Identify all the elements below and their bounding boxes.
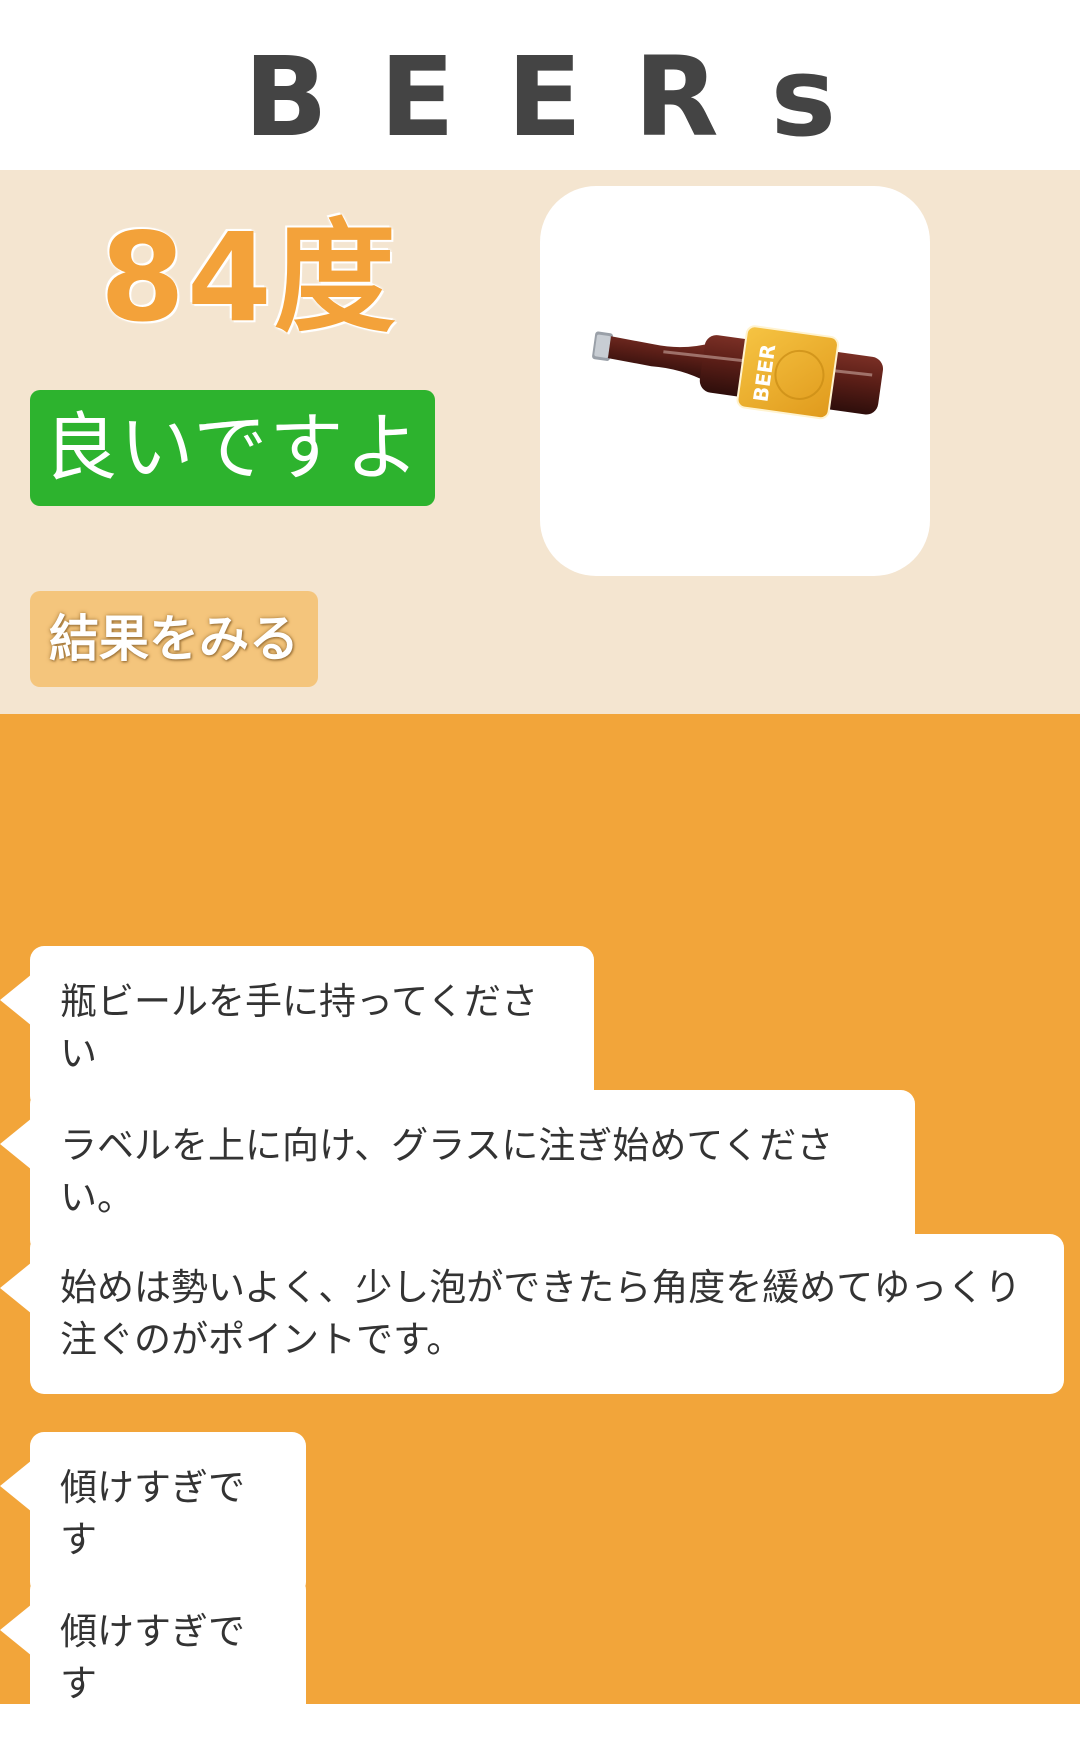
angle-readout: 84度 bbox=[100, 207, 398, 349]
beer-bottle-icon: BEER bbox=[592, 325, 884, 420]
message-bubble: ラベルを上に向け、グラスに注ぎ始めてください。 bbox=[0, 1090, 915, 1254]
status-badge: 良いですよ bbox=[30, 390, 435, 506]
message-text: 傾けすぎです bbox=[60, 1610, 245, 1705]
view-result-button[interactable]: 結果をみる bbox=[30, 591, 318, 687]
message-bubble: 傾けすぎです bbox=[0, 1576, 306, 1740]
instruction-messages: 瓶ビールを手に持ってください ラベルを上に向け、グラスに注ぎ始めてください。 始… bbox=[0, 714, 1080, 1740]
message-bubble: 始めは勢いよく、少し泡ができたら角度を緩めてゆっくり注ぐのがポイントです。 bbox=[0, 1234, 1064, 1394]
message-text: ラベルを上に向け、グラスに注ぎ始めてください。 bbox=[60, 1124, 834, 1219]
message-bubble: 瓶ビールを手に持ってください bbox=[0, 946, 594, 1110]
app-title: BEERs bbox=[243, 33, 889, 161]
app-header: BEERs bbox=[0, 0, 1080, 170]
bottle-image-card: BEER bbox=[540, 186, 930, 576]
message-text: 傾けすぎです bbox=[60, 1466, 245, 1561]
message-text: 瓶ビールを手に持ってください bbox=[60, 980, 539, 1075]
message-bubble: 傾けすぎです bbox=[0, 1432, 306, 1596]
message-text: 始めは勢いよく、少し泡ができたら角度を緩めてゆっくり注ぐのがポイントです。 bbox=[60, 1266, 1022, 1361]
status-panel: 84度 良いですよ 結果をみる BEER bbox=[0, 170, 1080, 714]
